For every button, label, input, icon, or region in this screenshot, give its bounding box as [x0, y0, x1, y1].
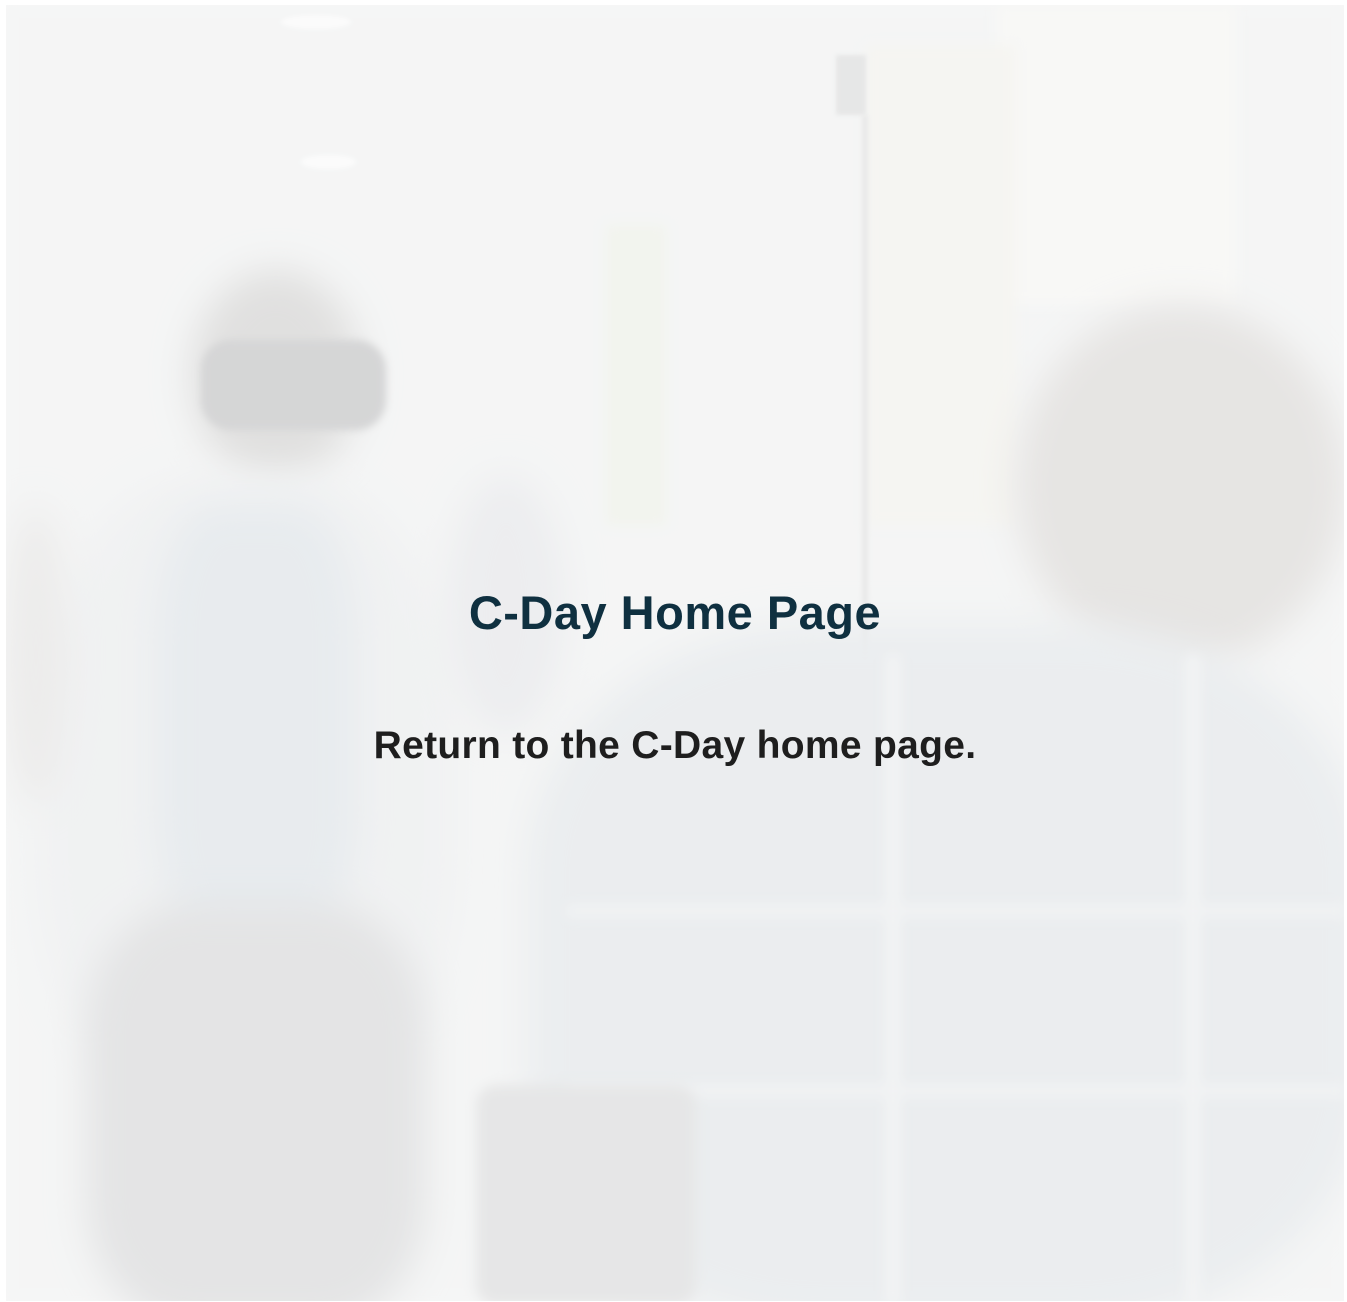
page-description: Return to the C-Day home page.	[373, 724, 977, 767]
hero-card[interactable]: C-Day Home Page Return to the C-Day home…	[6, 5, 1344, 1301]
home-page-link[interactable]: C-Day Home Page	[6, 585, 1344, 640]
hero-content: C-Day Home Page Return to the C-Day home…	[6, 5, 1344, 1301]
